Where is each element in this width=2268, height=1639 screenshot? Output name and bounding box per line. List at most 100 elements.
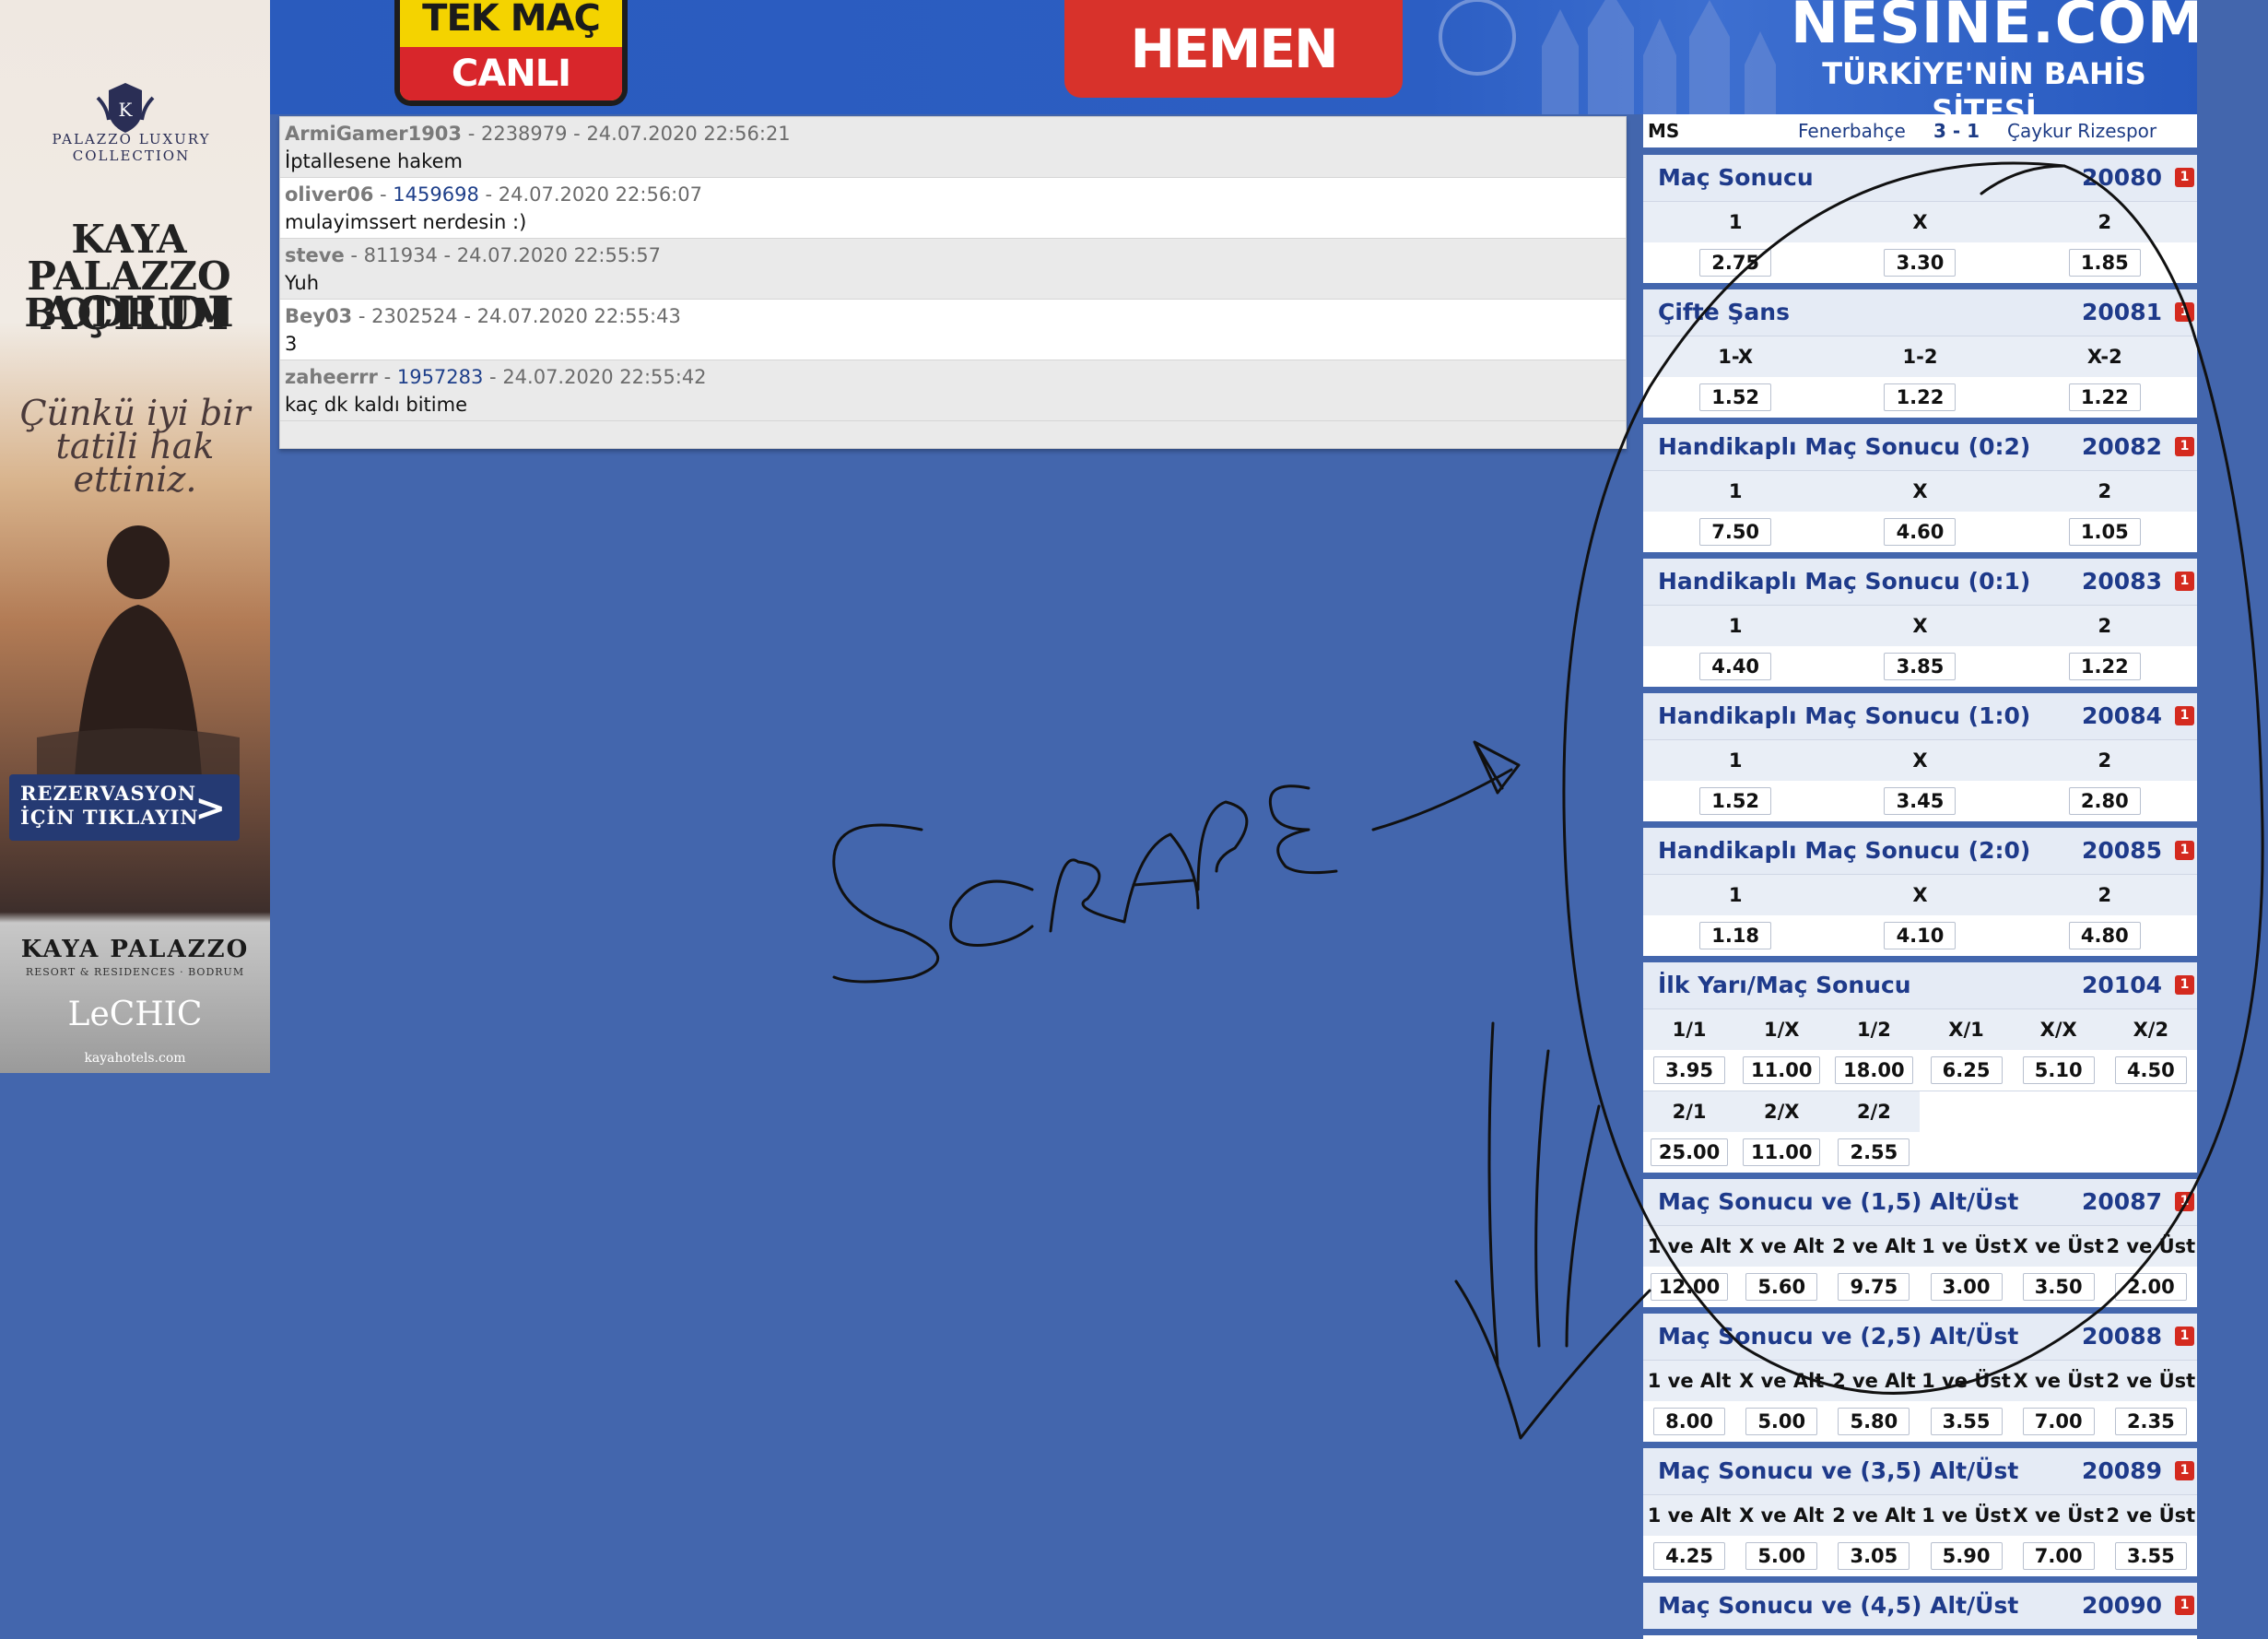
odds-button[interactable]: 11.00 [1743,1138,1821,1166]
odds-cell: 4.60 [1827,512,2012,552]
outcome-label: X ve Üst [2013,1504,2104,1527]
odds-button[interactable]: 6.25 [1930,1056,2003,1084]
market-header[interactable]: Maç Sonucu ve (1,5) Alt/Üst 20087 1 [1643,1179,2197,1225]
odds-button[interactable]: 4.25 [1653,1542,1726,1570]
odds-cell: 1.52 [1643,377,1827,418]
outcome-label: 2 [2098,884,2112,906]
outcome-label: 2/X [1763,1101,1800,1123]
odds-button[interactable]: 1.18 [1699,922,1772,949]
odds-button[interactable]: 4.10 [1884,922,1957,949]
odds-button[interactable]: 1.22 [2068,383,2141,411]
empty-cell [1920,1132,2013,1173]
comment-separator: - [344,244,364,266]
odds-button[interactable]: 9.75 [1838,1273,1910,1301]
odds-cell: 1.22 [2013,377,2197,418]
odds-button[interactable]: 7.00 [2022,1408,2095,1435]
odds-button[interactable]: 1.52 [1699,787,1772,815]
away-team[interactable]: Çaykur Rizespor [2007,114,2156,147]
market-header[interactable]: Maç Sonucu ve (2,5) Alt/Üst 20088 1 [1643,1314,2197,1360]
market-section: Maç Sonucu 20080 1 1 X 2 2.75 3.30 1.85 [1643,155,2197,289]
comment-text: kaç dk kaldı bitime [285,394,467,416]
odds-button[interactable]: 1.52 [1699,383,1772,411]
outcome-label: X ve Alt [1739,1370,1825,1392]
play-now-button[interactable]: HEMEN OYNA [1064,0,1403,98]
outcome-label: 1-2 [1902,346,1938,368]
outcome-label: X ve Üst [2013,1235,2104,1257]
comment-text: mulayimssert nerdesin :) [285,211,527,233]
odds-button[interactable]: 2.35 [2114,1408,2187,1435]
odds-button[interactable]: 2.75 [1699,249,1772,277]
comments-list[interactable]: ArmiGamer1903 - 2238979 - 24.07.2020 22:… [279,116,1627,449]
reservation-button[interactable]: REZERVASYON İÇİN TIKLAYIN > [9,774,240,841]
odds-button[interactable]: 7.50 [1699,518,1772,546]
odds-button[interactable]: 5.00 [1745,1408,1818,1435]
tek-mac-badge[interactable]: TEK MAÇ CANLI İDDAA [394,0,628,106]
odds-cell: 7.50 [1643,512,1827,552]
home-team[interactable]: Fenerbahçe [1798,114,1906,147]
comment-username[interactable]: oliver06 [285,183,373,206]
comment-timestamp: 24.07.2020 22:55:43 [476,305,681,327]
odds-button[interactable]: 3.55 [2114,1542,2187,1570]
top-banner-ad[interactable]: TEK MAÇ CANLI İDDAA HEMEN OYNA NESINE.CO… [270,0,2197,114]
odds-button[interactable]: 11.00 [1743,1056,1821,1084]
market-header[interactable]: Handikaplı Maç Sonucu (0:2) 20082 1 [1643,424,2197,470]
odds-cell: 4.10 [1827,915,2012,956]
odds-button[interactable]: 3.85 [1884,653,1957,680]
comment-user-id[interactable]: 1957283 [397,366,484,388]
comment-user-id[interactable]: 1459698 [393,183,479,206]
odds-button[interactable]: 3.50 [2022,1273,2095,1301]
comment-username[interactable]: ArmiGamer1903 [285,123,462,145]
odds-cell: 3.55 [1920,1401,2012,1442]
odds-button[interactable]: 7.00 [2022,1542,2095,1570]
market-header[interactable]: Maç Sonucu ve (4,5) Alt/Üst 20090 1 [1643,1583,2197,1629]
odds-button[interactable]: 5.00 [1745,1542,1818,1570]
market-code: 20085 [2082,837,2162,864]
odds-cell: 1.22 [2013,646,2197,687]
market-count-badge: 1 [2175,168,2194,187]
outcome-label: 2/2 [1856,1101,1891,1123]
hotel-advertisement[interactable]: K PALAZZO LUXURY COLLECTION KAYA PALAZZO… [0,0,270,1073]
comment-username[interactable]: zaheerrr [285,366,378,388]
odds-button[interactable]: 4.50 [2114,1056,2187,1084]
odds-button[interactable]: 5.60 [1745,1273,1818,1301]
market-count-badge: 1 [2175,1192,2194,1211]
nesine-logo[interactable]: NESINE.COM TÜRKİYE'NİN BAHİS SİTESİ [1791,0,2197,114]
odds-cell: 2.80 [2013,781,2197,821]
market-header[interactable]: Maç Sonucu 20080 1 [1643,155,2197,201]
odds-button[interactable]: 3.05 [1838,1542,1910,1570]
odds-button[interactable]: 12.00 [1650,1273,1729,1301]
odds-button[interactable]: 1.22 [1884,383,1957,411]
odds-button[interactable]: 8.00 [1653,1408,1726,1435]
odds-button[interactable]: 2.00 [2114,1273,2187,1301]
odds-button[interactable]: 3.45 [1884,787,1957,815]
odds-button[interactable]: 4.80 [2068,922,2141,949]
empty-cell [2104,1091,2197,1132]
odds-button[interactable]: 5.10 [2022,1056,2095,1084]
odds-button[interactable]: 3.00 [1930,1273,2003,1301]
comment-username[interactable]: steve [285,244,345,266]
outcome-label: X [1912,749,1928,772]
odds-button[interactable]: 5.90 [1930,1542,2003,1570]
comment-username[interactable]: Bey03 [285,305,352,327]
market-header[interactable]: Handikaplı Maç Sonucu (0:1) 20083 1 [1643,559,2197,605]
odds-button[interactable]: 2.55 [1838,1138,1910,1166]
market-header[interactable]: Handikaplı Maç Sonucu (2:0) 20085 1 [1643,828,2197,874]
odds-button[interactable]: 3.30 [1884,249,1957,277]
odds-button[interactable]: 1.05 [2068,518,2141,546]
odds-button[interactable]: 1.85 [2068,249,2141,277]
market-header[interactable]: Maç Sonucu ve (3,5) Alt/Üst 20089 1 [1643,1448,2197,1494]
odds-button[interactable]: 4.40 [1699,653,1772,680]
market-header[interactable]: Handikaplı Maç Sonucu (1:0) 20084 1 [1643,693,2197,739]
comment-user-id: 2302524 [371,305,458,327]
odds-button[interactable]: 2.80 [2068,787,2141,815]
outcome-label: 2 [2098,211,2112,233]
odds-button[interactable]: 3.95 [1653,1056,1726,1084]
odds-button[interactable]: 3.55 [1930,1408,2003,1435]
odds-button[interactable]: 4.60 [1884,518,1957,546]
market-header[interactable]: Çifte Şans 20081 1 [1643,289,2197,336]
market-header[interactable]: İlk Yarı/Maç Sonucu 20104 1 [1643,962,2197,1008]
odds-button[interactable]: 1.22 [2068,653,2141,680]
odds-button[interactable]: 25.00 [1650,1138,1729,1166]
odds-button[interactable]: 5.80 [1838,1408,1910,1435]
odds-button[interactable]: 18.00 [1835,1056,1913,1084]
